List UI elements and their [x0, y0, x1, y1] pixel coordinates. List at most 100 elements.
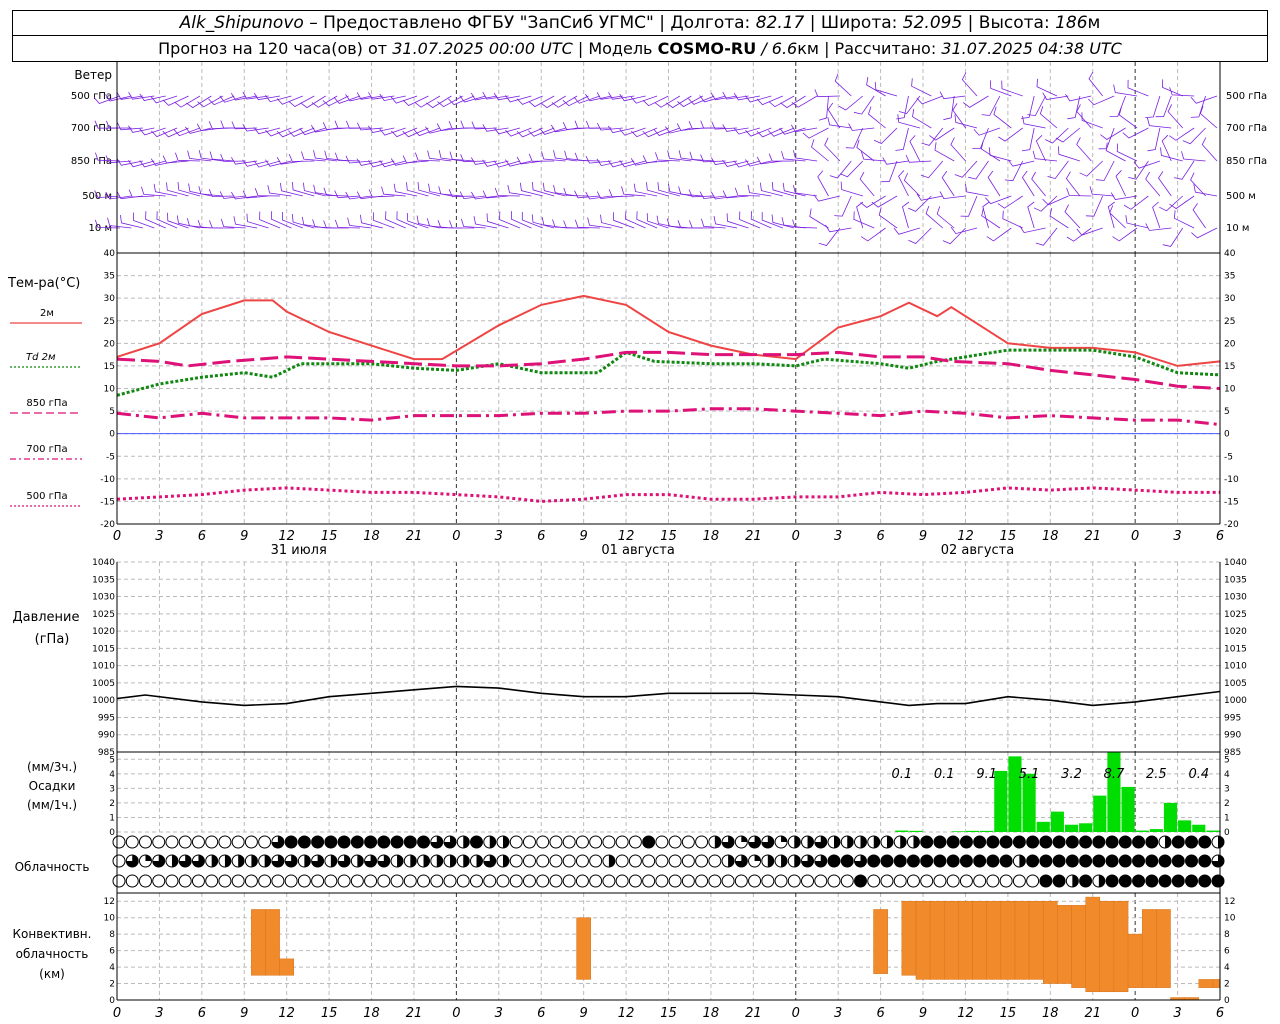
convective-bar	[1071, 905, 1086, 988]
y-tick-label-right: 1005	[1224, 679, 1247, 689]
cloud-circle	[522, 854, 536, 868]
y-tick-label-right: -10	[1224, 475, 1239, 485]
cloud-circle	[814, 874, 828, 888]
y-tick-label-right: 1020	[1224, 627, 1247, 637]
cloud-circle	[668, 835, 682, 849]
cloud-symbol	[1079, 835, 1093, 849]
cloud-symbol	[178, 854, 192, 868]
y-tick-label-right: 4	[1224, 963, 1230, 973]
cloudiness-symbols	[112, 835, 1225, 888]
cloud-circle	[297, 874, 311, 888]
wind-barb	[860, 227, 886, 242]
date-label: 02 августа	[941, 543, 1015, 558]
cloud-full	[1132, 835, 1146, 849]
precip-total-label: 8.7	[1104, 767, 1125, 782]
cloud-circle	[1012, 874, 1026, 888]
cloud-symbol	[814, 854, 828, 868]
wind-barb	[390, 95, 418, 104]
x-tick-label: 0	[1131, 529, 1139, 544]
convective-bar	[1000, 900, 1016, 980]
y-tick-label-right: 1000	[1224, 696, 1247, 706]
cloud-symbol	[417, 835, 431, 849]
wind-barb	[950, 137, 966, 162]
cloud-symbol	[748, 835, 762, 849]
x-tick-label: 15	[321, 1006, 338, 1021]
wind-barb	[912, 108, 932, 129]
cloud-circle	[205, 874, 219, 888]
cloud-symbol	[853, 835, 867, 849]
cloud-circle	[695, 854, 709, 868]
cloud-full	[1105, 835, 1119, 849]
cloud-symbol	[1132, 874, 1146, 888]
cloud-circle	[191, 835, 205, 849]
wind-barb	[873, 127, 898, 144]
convective-bar	[1156, 909, 1171, 988]
wind-barb	[902, 201, 910, 229]
cloud-half	[1072, 875, 1079, 887]
wind-barb	[827, 117, 852, 129]
cloud-symbol	[152, 854, 166, 868]
y-tick-label-left: 25	[104, 317, 115, 327]
cloud-full	[350, 835, 364, 849]
wind-barb	[1002, 210, 1023, 229]
y-tick-label-right: 1025	[1224, 610, 1247, 620]
wind-level-label-right: 500 м	[1226, 191, 1256, 202]
cloud-symbol	[536, 854, 550, 868]
cloud-symbol	[178, 835, 192, 849]
x-tick-label: 3	[495, 1006, 503, 1021]
cloud-symbol	[522, 835, 536, 849]
cloud-symbol	[853, 874, 867, 888]
wind-barb	[276, 157, 303, 165]
cloud-symbol	[602, 874, 616, 888]
cloud-symbol	[483, 854, 497, 868]
cloud-half	[251, 855, 258, 867]
wind-barb	[574, 219, 600, 229]
cloud-symbol	[867, 854, 881, 868]
cloud-symbol	[549, 854, 563, 868]
wind-barb	[288, 153, 315, 162]
x-tick-label: 15	[660, 529, 677, 544]
wind-barb	[141, 186, 166, 197]
wind-barb	[868, 106, 886, 129]
x-tick-label: 0	[452, 1006, 460, 1021]
y-tick-label-left: 40	[104, 249, 116, 259]
wind-barb	[987, 170, 1001, 197]
x-tick-label: 18	[363, 1006, 380, 1021]
cloud-symbol	[933, 874, 947, 888]
cloud-symbol	[377, 835, 391, 849]
y-tick-label-right: 990	[1224, 731, 1241, 741]
cloud-circle	[602, 874, 616, 888]
wind-barb	[768, 153, 795, 162]
cloud-circle	[681, 874, 695, 888]
cloud-symbol	[1118, 854, 1132, 868]
cloud-symbol	[1198, 854, 1212, 868]
conv-title-3: (км)	[39, 967, 65, 981]
wind-barb	[438, 186, 463, 197]
wind-barb	[347, 217, 372, 229]
cloud-circle	[324, 874, 338, 888]
cloud-full	[959, 854, 973, 868]
wind-barb	[499, 211, 521, 229]
cloud-symbol	[311, 854, 325, 868]
wind-barb	[1123, 195, 1149, 210]
cloud-full	[1092, 854, 1106, 868]
wind-barb	[322, 95, 349, 107]
cloud-full	[1118, 835, 1132, 849]
precip-bar	[895, 830, 909, 832]
wind-barb	[936, 206, 955, 229]
precip-bar	[1206, 830, 1220, 832]
x-tick-label: 0	[452, 529, 460, 544]
wind-barb	[196, 123, 223, 132]
cloud-circle	[642, 874, 656, 888]
wind-barb	[824, 137, 841, 162]
wind-barb	[756, 95, 783, 106]
cloud-symbol	[138, 835, 152, 849]
cloud-full	[1026, 835, 1040, 849]
cloud-full	[470, 835, 484, 849]
convective-bar	[944, 900, 959, 980]
wind-level-label-left: 850 гПа	[71, 156, 112, 167]
cloud-circle	[509, 854, 523, 868]
y-tick-label-right: -15	[1224, 497, 1239, 507]
cloud-circle	[734, 874, 748, 888]
convective-bar	[265, 909, 280, 976]
